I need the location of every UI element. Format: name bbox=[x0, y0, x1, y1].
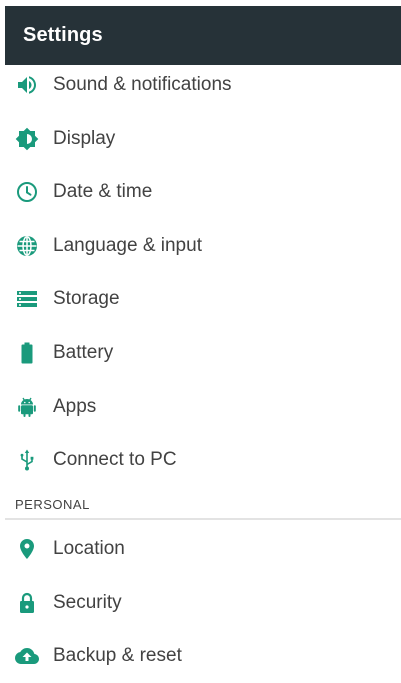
cloud-upload-icon bbox=[14, 643, 40, 669]
settings-item-label: Sound & notifications bbox=[53, 74, 232, 95]
globe-icon bbox=[14, 233, 40, 259]
settings-item-label: Security bbox=[53, 592, 122, 613]
settings-item-location[interactable]: Location bbox=[0, 522, 401, 576]
settings-item-label: Battery bbox=[53, 342, 114, 363]
android-icon bbox=[14, 394, 40, 420]
settings-item-backup-reset[interactable]: Backup & reset bbox=[0, 629, 401, 683]
battery-icon bbox=[14, 340, 40, 366]
volume-icon bbox=[14, 72, 40, 98]
lock-icon bbox=[14, 590, 40, 616]
storage-icon bbox=[14, 286, 40, 312]
brightness-icon bbox=[14, 126, 40, 152]
section-divider bbox=[5, 518, 401, 520]
settings-item-date-time[interactable]: Date & time bbox=[0, 165, 401, 219]
settings-item-label: Storage bbox=[53, 288, 120, 309]
settings-item-label: Location bbox=[53, 538, 125, 559]
settings-item-battery[interactable]: Battery bbox=[0, 326, 401, 380]
settings-item-label: Date & time bbox=[53, 181, 153, 202]
settings-item-connect-pc[interactable]: Connect to PC bbox=[0, 433, 401, 487]
settings-item-security[interactable]: Security bbox=[0, 576, 401, 630]
settings-item-display[interactable]: Display bbox=[0, 112, 401, 166]
settings-item-storage[interactable]: Storage bbox=[0, 272, 401, 326]
settings-item-label: Backup & reset bbox=[53, 645, 182, 666]
settings-item-label: Language & input bbox=[53, 235, 202, 256]
settings-item-apps[interactable]: Apps bbox=[0, 380, 401, 434]
location-pin-icon bbox=[14, 536, 40, 562]
page-title: Settings bbox=[23, 24, 103, 46]
section-header-personal: PERSONAL bbox=[15, 497, 90, 512]
usb-icon bbox=[14, 447, 40, 473]
settings-item-label: Display bbox=[53, 128, 116, 149]
settings-item-label: Apps bbox=[53, 396, 97, 417]
settings-item-label: Connect to PC bbox=[53, 449, 177, 470]
settings-item-sound[interactable]: Sound & notifications bbox=[0, 58, 401, 112]
settings-item-language[interactable]: Language & input bbox=[0, 219, 401, 273]
clock-icon bbox=[14, 179, 40, 205]
app-bar: Settings bbox=[5, 6, 401, 65]
